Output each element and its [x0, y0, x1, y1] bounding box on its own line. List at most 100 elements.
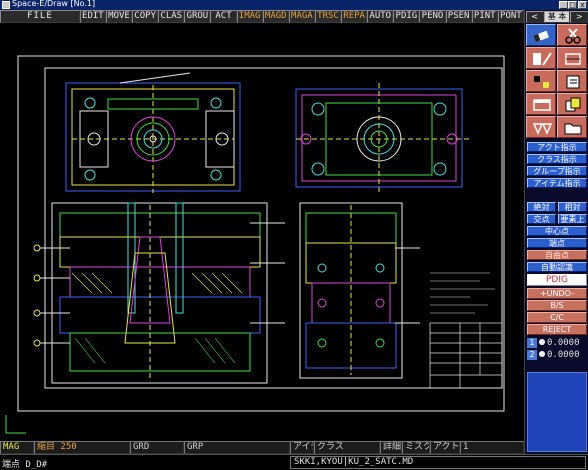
grp-field[interactable]: GRP	[184, 441, 290, 454]
notes-block	[430, 272, 495, 314]
coordinate-1: 1 0.0000	[527, 337, 587, 348]
menu-copy[interactable]: COPY	[132, 10, 159, 23]
menu-act[interactable]: ACT	[210, 10, 237, 23]
act-field[interactable]: アクト	[430, 441, 460, 454]
origin-axis-marker	[5, 415, 26, 434]
menu-imag[interactable]: IMAG	[236, 10, 263, 23]
bs-button[interactable]: B/S	[527, 300, 587, 311]
title-block	[429, 322, 503, 389]
menu-edit[interactable]: EDIT	[79, 10, 106, 23]
group-select-button[interactable]: グループ指示	[527, 166, 587, 176]
app-icon	[2, 1, 10, 9]
menu-trsc[interactable]: TRSC	[314, 10, 342, 23]
panel-empty-area	[527, 372, 587, 452]
page-copy-tool[interactable]	[557, 93, 587, 115]
window-tool[interactable]	[526, 93, 556, 115]
panel-nav: < 基 本 >	[526, 11, 588, 23]
menu-move[interactable]: MOVE	[105, 10, 133, 23]
auto-recognize-button[interactable]: 自動認識	[527, 262, 587, 272]
section-view-right	[299, 202, 420, 379]
coordinate-2-value: 0.0000	[547, 349, 580, 360]
mag-field[interactable]: MAG	[0, 441, 34, 454]
reject-button[interactable]: REJECT	[527, 324, 587, 335]
menu-pont[interactable]: PONT	[497, 10, 524, 23]
trim-icon	[558, 48, 588, 70]
class-select-button[interactable]: クラス指示	[527, 154, 587, 164]
menu-repa[interactable]: REPA	[341, 10, 368, 23]
minimize-button[interactable]: _	[559, 1, 568, 9]
command-panel: < 基 本 > アクト指示 クラス指示 グループ指示 アイテム指示 絶対 相対 …	[524, 10, 588, 454]
menu-pint[interactable]: PINT	[471, 10, 498, 23]
window-icon	[527, 94, 557, 116]
coordinate-1-value: 0.0000	[547, 337, 580, 348]
maximize-button[interactable]: □	[568, 1, 577, 9]
file-name: SKKI,KYOU|KU_2_SATC.MD	[290, 456, 586, 469]
scale-field[interactable]: 縮目 250	[34, 441, 130, 454]
shapes-tool[interactable]	[526, 116, 556, 138]
menu-maga[interactable]: MAGA	[288, 10, 315, 23]
file-menu[interactable]: FILE	[0, 10, 80, 23]
item-select-button[interactable]: アイテム指示	[527, 178, 587, 188]
erase-element-tool[interactable]	[526, 47, 556, 69]
erase-element-icon	[527, 48, 557, 70]
corner-icon	[527, 71, 557, 93]
menu-pdig[interactable]: PDIG	[393, 10, 420, 23]
center-point-button[interactable]: 中心点	[527, 226, 587, 236]
misc-field[interactable]: ミスク	[402, 441, 430, 454]
status-bar: MAG 縮目 250 GRD GRP アイテム クラス 詳細 ミスク アクト 1	[0, 441, 524, 454]
plan-view-left	[65, 72, 241, 193]
page-copy-icon	[558, 94, 588, 116]
eraser-tool[interactable]	[526, 24, 556, 46]
folder-tool[interactable]	[557, 116, 587, 138]
menu-group[interactable]: GROU	[184, 10, 211, 23]
drawing-canvas[interactable]	[0, 23, 524, 441]
end-field[interactable]: 1	[460, 441, 524, 454]
window-title-bar: Space-E/Draw [No.1] _ □ x	[0, 0, 588, 10]
panel-page-label[interactable]: 基 本	[543, 11, 571, 23]
coordinate-1-dot-icon	[539, 339, 545, 345]
absolute-button[interactable]: 絶対	[527, 202, 556, 212]
cad-drawing	[5, 55, 505, 434]
undo-button[interactable]: +UNDO-	[527, 288, 587, 299]
panel-prev-button[interactable]: <	[526, 11, 544, 23]
menu-magd[interactable]: MAGD	[262, 10, 289, 23]
grd-field[interactable]: GRD	[130, 441, 184, 454]
plan-view-right	[295, 83, 470, 193]
menu-class[interactable]: CLAS	[158, 10, 185, 23]
coordinate-2-dot-icon	[539, 351, 545, 357]
command-menu-bar: FILE EDIT MOVE COPY CLAS GROU ACT IMAG M…	[0, 10, 524, 23]
pdig-button[interactable]: PDIG	[527, 274, 587, 286]
command-line: 端点 D_D# SKKI,KYOU|KU_2_SATC.MD	[0, 454, 588, 470]
panel-next-button[interactable]: >	[570, 11, 588, 23]
item-field[interactable]: アイテム	[290, 441, 314, 454]
eraser-icon	[527, 25, 557, 47]
folder-icon	[558, 117, 588, 139]
menu-psen[interactable]: PSEN	[445, 10, 472, 23]
scissors-icon	[558, 25, 588, 47]
trim-tool[interactable]	[557, 47, 587, 69]
cut-tool[interactable]	[557, 24, 587, 46]
menu-peno[interactable]: PENO	[419, 10, 446, 23]
corner-tool[interactable]	[526, 70, 556, 92]
menu-auto[interactable]: AUTO	[367, 10, 394, 23]
act-select-button[interactable]: アクト指示	[527, 142, 587, 152]
close-button[interactable]: x	[578, 1, 587, 9]
free-point-button[interactable]: 自由点	[527, 250, 587, 260]
mode-line: 端点 D_D#	[2, 460, 48, 470]
on-element-button[interactable]: 要素上	[558, 214, 587, 224]
shapes-icon	[527, 117, 557, 139]
relative-button[interactable]: 相対	[558, 202, 587, 212]
section-view-left	[33, 202, 285, 384]
intersection-button[interactable]: 交点	[527, 214, 556, 224]
coordinate-2: 2 0.0000	[527, 349, 587, 360]
notebook-tool[interactable]	[557, 70, 587, 92]
coordinate-1-index: 1	[527, 337, 537, 348]
detail-field[interactable]: 詳細	[380, 441, 402, 454]
sheet-inner-frame	[44, 67, 503, 389]
window-title: Space-E/Draw [No.1]	[12, 0, 96, 8]
notebook-icon	[558, 71, 588, 93]
end-point-button[interactable]: 端点	[527, 238, 587, 248]
coordinate-2-index: 2	[527, 349, 537, 360]
class-field[interactable]: クラス	[314, 441, 380, 454]
cc-button[interactable]: C/C	[527, 312, 587, 323]
